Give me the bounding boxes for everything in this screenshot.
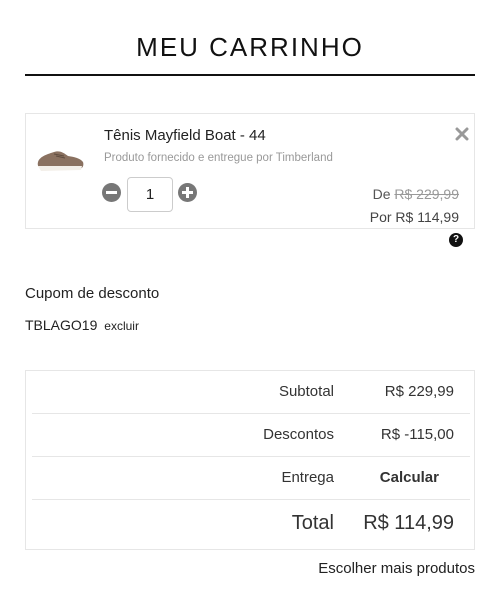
discount-label: Descontos (263, 426, 334, 443)
subtotal-value: R$ 229,99 (384, 383, 454, 400)
cart-item: Tênis Mayfield Boat - 44 Produto forneci… (25, 113, 475, 229)
total-row: Total R$ 114,99 (32, 500, 470, 552)
product-seller: Produto fornecido e entregue por Timberl… (104, 152, 333, 164)
current-price: Por R$ 114,99 (369, 209, 459, 225)
coupon-remove-link[interactable]: excluir (104, 319, 139, 333)
total-label: Total (291, 512, 334, 534)
subtotal-label: Subtotal (278, 383, 334, 400)
product-name[interactable]: Tênis Mayfield Boat - 44 (104, 127, 266, 144)
shipping-label: Entrega (281, 469, 334, 486)
question-icon[interactable]: ? (449, 233, 463, 247)
quantity-decrease-button[interactable] (102, 183, 121, 202)
quantity-input[interactable] (127, 177, 173, 212)
original-price-label: De (372, 186, 391, 202)
shoe-image[interactable] (34, 144, 86, 176)
order-summary: Subtotal R$ 229,99 Descontos R$ -115,00 … (25, 370, 475, 550)
title-divider (25, 74, 475, 76)
subtotal-row: Subtotal R$ 229,99 (32, 371, 470, 414)
page-title: MEU CARRINHO (136, 32, 364, 62)
quantity-increase-button[interactable] (178, 183, 197, 202)
coupon-code-value: TBLAGO19 (25, 317, 98, 333)
original-price: De R$ 229,99 (373, 186, 459, 202)
original-price-value: R$ 229,99 (394, 186, 459, 202)
discount-value: R$ -115,00 (380, 426, 454, 443)
discount-row: Descontos R$ -115,00 (32, 414, 470, 457)
close-icon[interactable] (454, 126, 470, 142)
continue-shopping-link[interactable]: Escolher mais produtos (318, 560, 475, 577)
coupon-code: TBLAGO19 excluir (25, 317, 139, 333)
coupon-label: Cupom de desconto (25, 285, 160, 302)
total-value: R$ 114,99 (363, 512, 454, 534)
calculate-shipping-button[interactable]: Calcular (380, 469, 439, 486)
shipping-row: Entrega Calcular (32, 457, 470, 500)
